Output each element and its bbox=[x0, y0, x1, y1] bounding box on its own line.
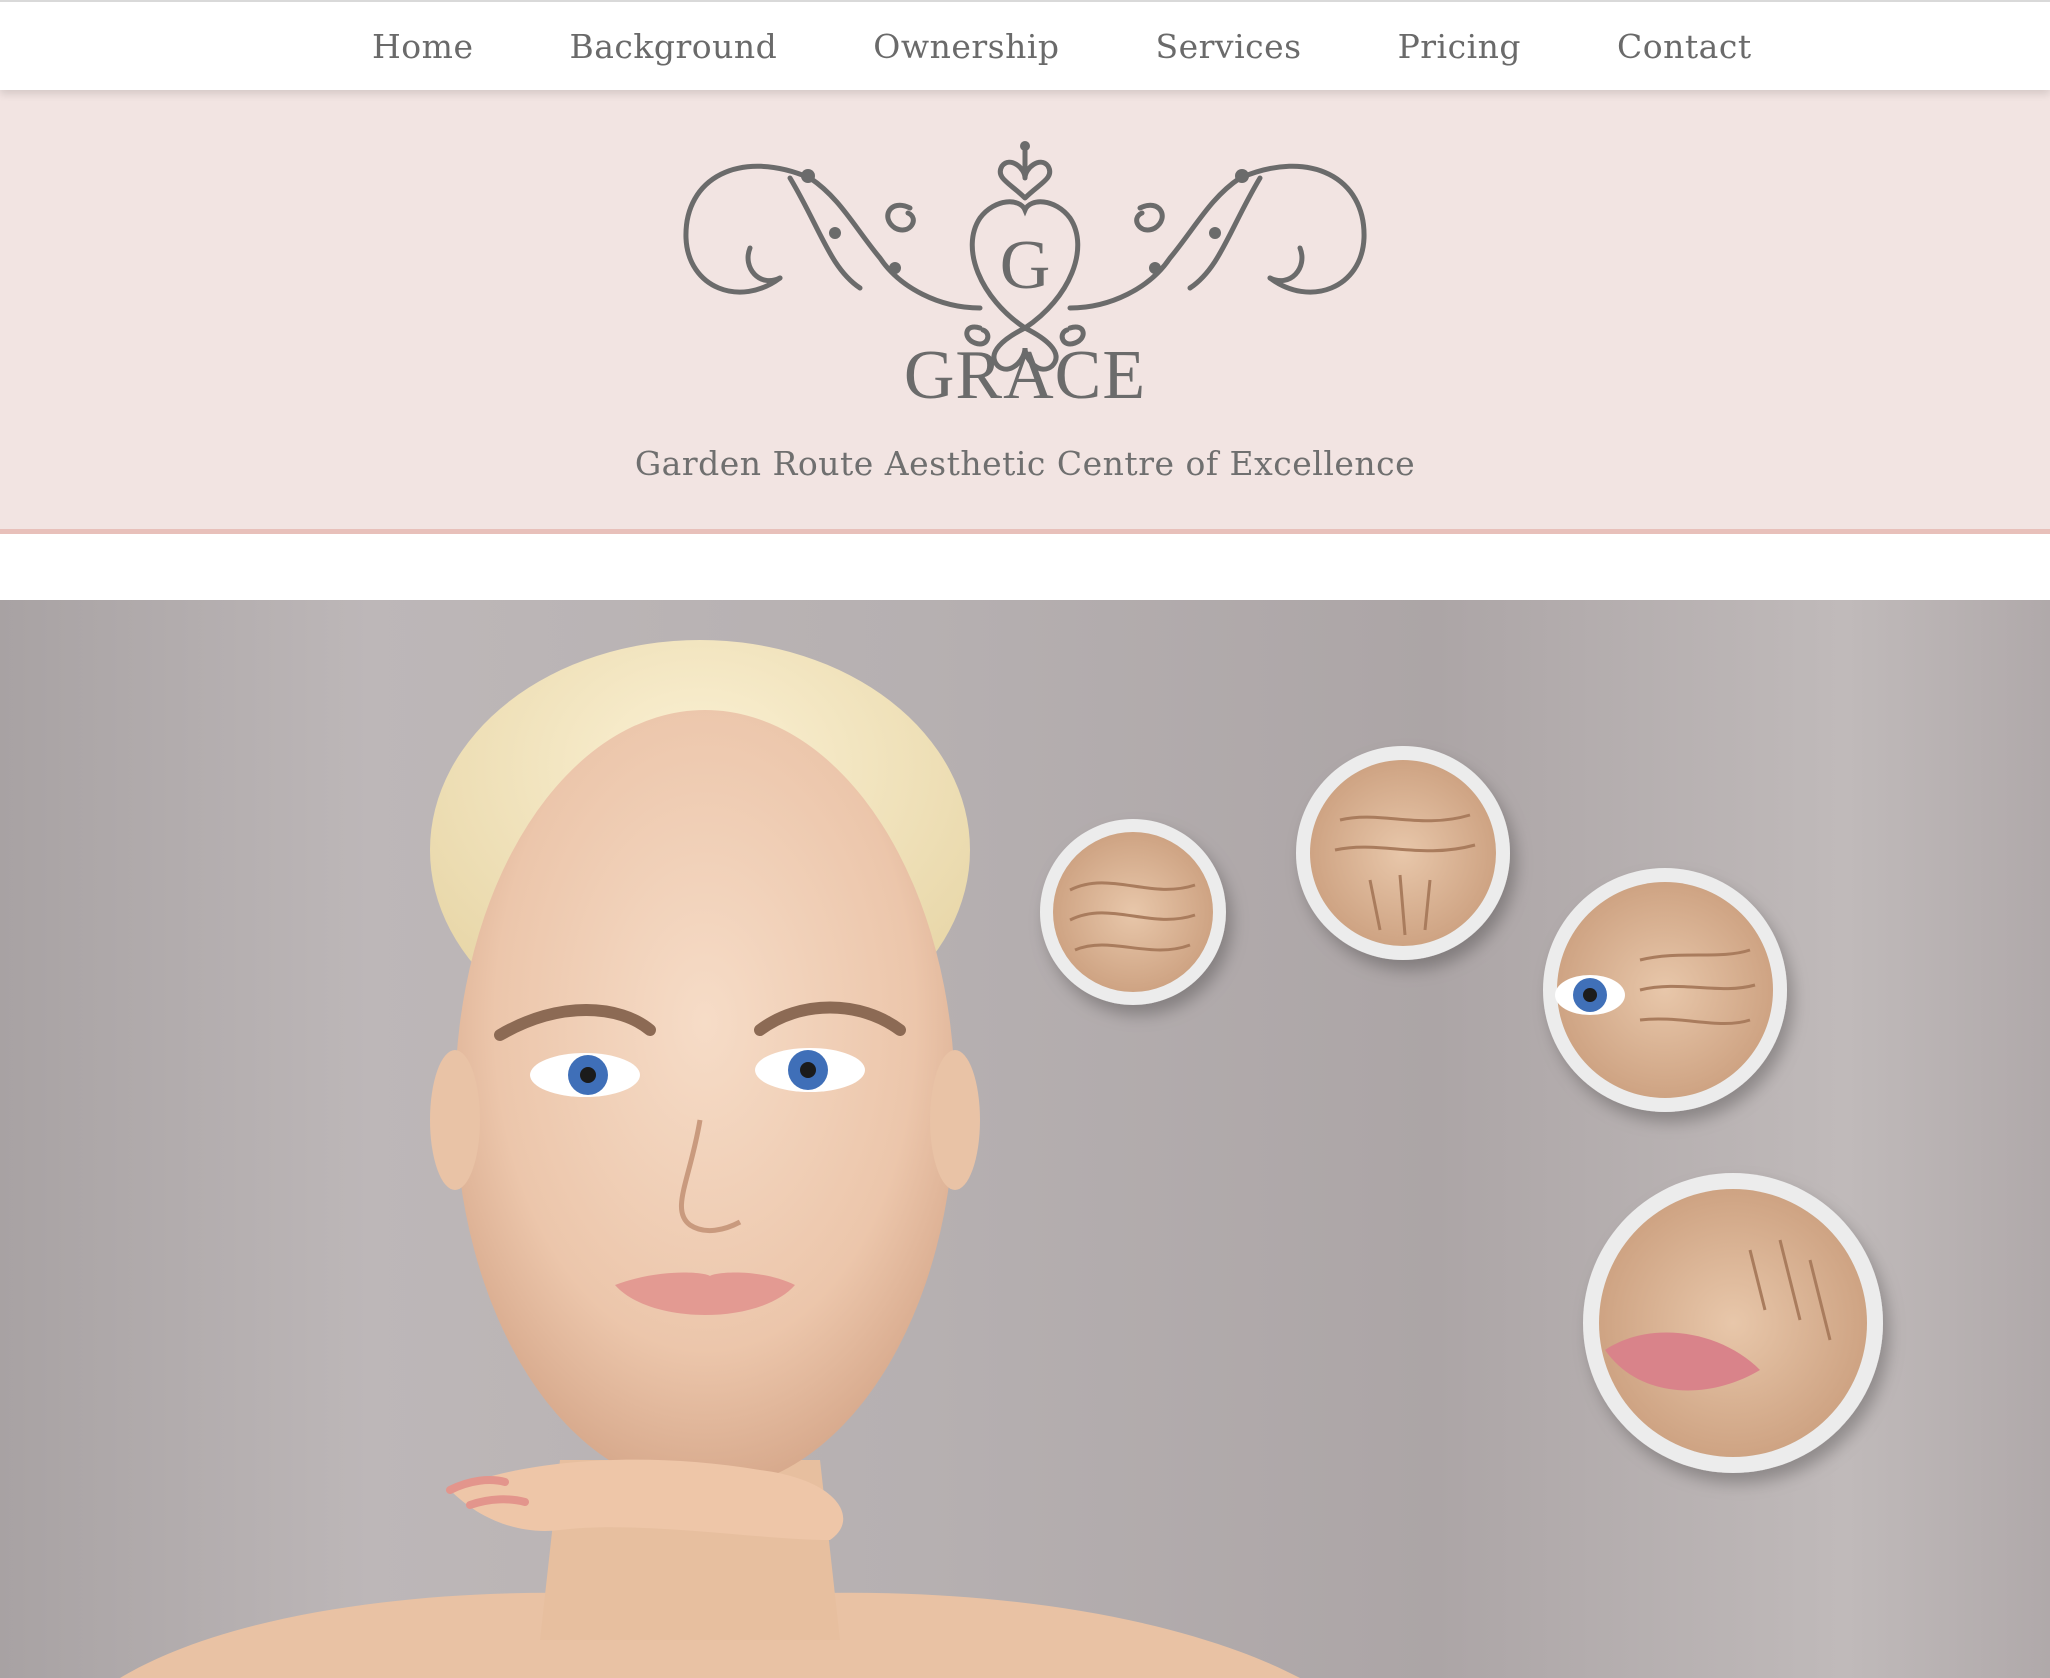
hero-image bbox=[0, 600, 2050, 1678]
face bbox=[455, 710, 955, 1490]
nav-item-ownership[interactable]: Ownership bbox=[873, 27, 1059, 66]
hero-illustration bbox=[120, 640, 1883, 1678]
closeup-forehead bbox=[1040, 819, 1226, 1005]
top-navigation: Home Background Ownership Services Prici… bbox=[0, 0, 2050, 90]
closeup-lips bbox=[1583, 1173, 1883, 1473]
brand-name: GRACE bbox=[903, 337, 1147, 414]
brand-header: G GRACE Garden Route Aesthetic Centre of… bbox=[0, 90, 2050, 534]
nav-item-background[interactable]: Background bbox=[569, 27, 777, 66]
nav-menu: Home Background Ownership Services Prici… bbox=[372, 2, 1752, 90]
brand-tagline: Garden Route Aesthetic Centre of Excelle… bbox=[634, 444, 1416, 483]
closeup-eye bbox=[1543, 868, 1787, 1112]
nav-item-home[interactable]: Home bbox=[372, 27, 473, 66]
nav-item-contact[interactable]: Contact bbox=[1617, 27, 1752, 66]
closeup-brow bbox=[1296, 746, 1510, 960]
nav-item-pricing[interactable]: Pricing bbox=[1398, 27, 1521, 66]
logo-letter: G bbox=[1000, 227, 1051, 304]
nav-item-services[interactable]: Services bbox=[1156, 27, 1302, 66]
